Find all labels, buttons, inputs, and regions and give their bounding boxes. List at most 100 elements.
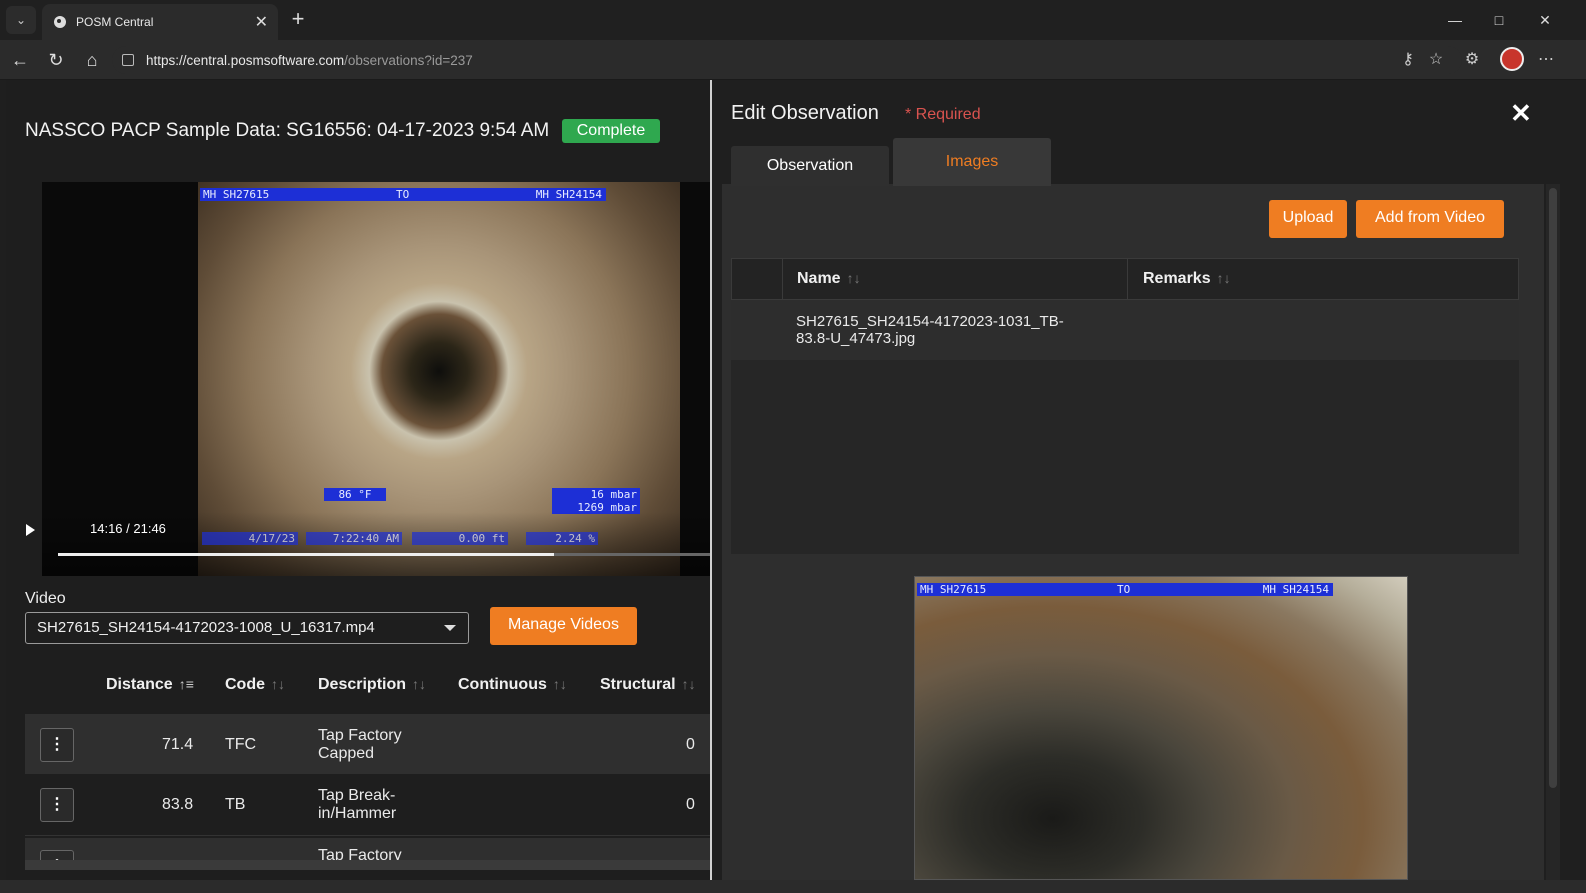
cell-distance: 71.4 bbox=[162, 736, 194, 753]
preview-osd-right: MH SH24154 bbox=[1262, 583, 1329, 596]
cell-description-line: Capped bbox=[318, 745, 375, 762]
upload-button[interactable]: Upload bbox=[1269, 200, 1347, 238]
col-name-label: Name bbox=[797, 270, 841, 287]
horizontal-scrollbar[interactable] bbox=[25, 860, 710, 870]
more-icon[interactable]: ⋯ bbox=[1534, 48, 1558, 72]
favorite-star-icon[interactable]: ☆ bbox=[1424, 48, 1448, 72]
table-row[interactable]: ⋮ 71.4 TFC Tap Factory Capped 0 bbox=[25, 714, 710, 774]
osd-top-right: MH SH24154 bbox=[535, 188, 602, 201]
maximize-icon[interactable]: □ bbox=[1484, 8, 1514, 32]
sort-icon: ↑↓ bbox=[271, 676, 285, 692]
preview-osd-left: MH SH27615 bbox=[920, 583, 987, 596]
tab-images[interactable]: Images bbox=[893, 138, 1051, 186]
browser-tab-strip: ⌄ POSM Central ✕ + — □ ✕ bbox=[0, 0, 1586, 40]
sort-icon: ↑↓ bbox=[1216, 270, 1231, 286]
video-osd-header: MH SH27615 TO MH SH24154 bbox=[200, 188, 606, 201]
cell-distance: 83.8 bbox=[162, 796, 194, 813]
col-distance-label: Distance bbox=[106, 676, 173, 693]
back-icon[interactable]: ← bbox=[8, 48, 32, 72]
row-actions-icon[interactable]: ⋮ bbox=[40, 788, 74, 822]
col-remarks[interactable]: Remarks ↑↓ bbox=[1143, 270, 1231, 288]
cell-description-line: in/Hammer bbox=[318, 805, 397, 822]
video-progress-fill bbox=[58, 553, 554, 556]
lock-icon bbox=[122, 54, 134, 66]
address-bar[interactable]: https://central.posmsoftware.com/observa… bbox=[112, 46, 1462, 74]
osd-distance: 0.00 ft bbox=[412, 532, 508, 545]
observations-table-header: Distance ↑≡ Code ↑↓ Description ↑↓ Continuo… bbox=[25, 668, 710, 708]
cell-code: TFC bbox=[225, 736, 257, 753]
tab-menu-icon[interactable]: ⌄ bbox=[6, 6, 36, 34]
cell-description-line: Tap Factory bbox=[318, 727, 402, 744]
close-icon[interactable]: ✕ bbox=[1510, 98, 1532, 129]
play-icon[interactable] bbox=[26, 524, 35, 536]
cell-code: TB bbox=[225, 796, 246, 813]
cell-description: Tap Factory Capped bbox=[318, 727, 402, 763]
video-select-value: SH27615_SH24154-4172023-1008_U_16317.mp4 bbox=[37, 619, 375, 636]
col-remarks-label: Remarks bbox=[1143, 270, 1211, 287]
osd-date: 4/17/23 bbox=[202, 532, 298, 545]
col-continuous[interactable]: Continuous ↑↓ bbox=[458, 676, 567, 694]
col-continuous-label: Continuous bbox=[458, 676, 547, 693]
window-bottom-edge bbox=[0, 880, 1586, 893]
manage-videos-button[interactable]: Manage Videos bbox=[490, 607, 637, 645]
sort-asc-icon: ↑≡ bbox=[178, 676, 194, 692]
cell-description-line: Tap Break- bbox=[318, 787, 396, 804]
close-icon[interactable]: ✕ bbox=[255, 12, 268, 32]
edit-observation-panel: Edit Observation * Required ✕ Upload Add… bbox=[712, 80, 1568, 880]
column-divider bbox=[1127, 259, 1128, 301]
video-player[interactable]: MH SH27615 TO MH SH24154 86 °F 16 mbar 126… bbox=[42, 182, 710, 576]
col-distance[interactable]: Distance ↑≡ bbox=[106, 676, 194, 694]
vertical-scrollbar[interactable] bbox=[1546, 184, 1560, 880]
scrollbar-thumb[interactable] bbox=[1549, 188, 1557, 788]
col-description-label: Description bbox=[318, 676, 407, 693]
extensions-icon[interactable]: ⚙ bbox=[1460, 48, 1484, 72]
video-select-label: Video bbox=[25, 590, 66, 607]
sort-icon: ↑↓ bbox=[846, 270, 861, 286]
osd-clock: 7:22:40 AM bbox=[306, 532, 402, 545]
video-progress-bar[interactable] bbox=[58, 553, 710, 556]
key-icon[interactable]: ⚷ bbox=[1396, 48, 1420, 72]
inspection-panel: NASSCO PACP Sample Data: SG16556: 04-17-… bbox=[6, 80, 710, 880]
image-preview: MH SH27615 TO MH SH24154 bbox=[914, 576, 1408, 880]
app-container: NASSCO PACP Sample Data: SG16556: 04-17-… bbox=[6, 80, 1568, 880]
minimize-icon[interactable]: — bbox=[1440, 8, 1470, 32]
inspection-title: NASSCO PACP Sample Data: SG16556: 04-17-… bbox=[25, 120, 550, 141]
col-structural-label: Structural bbox=[600, 676, 676, 693]
col-code-label: Code bbox=[225, 676, 265, 693]
preview-osd-header: MH SH27615 TO MH SH24154 bbox=[917, 583, 1333, 596]
profile-avatar[interactable] bbox=[1500, 47, 1524, 71]
home-icon[interactable]: ⌂ bbox=[80, 48, 104, 72]
close-window-icon[interactable]: ✕ bbox=[1530, 8, 1560, 32]
cell-description: Tap Factory bbox=[318, 847, 402, 860]
tab-observation[interactable]: Observation bbox=[731, 146, 889, 186]
column-divider bbox=[782, 259, 783, 301]
video-select[interactable]: SH27615_SH24154-4172023-1008_U_16317.mp4 bbox=[25, 612, 469, 644]
col-name[interactable]: Name ↑↓ bbox=[797, 270, 861, 288]
row-actions-icon[interactable]: ⋮ bbox=[40, 728, 74, 762]
sort-icon: ↑↓ bbox=[412, 676, 427, 692]
osd-incline: 2.24 % bbox=[526, 532, 598, 545]
col-code[interactable]: Code ↑↓ bbox=[225, 676, 285, 694]
osd-temp: 86 °F bbox=[324, 488, 386, 501]
table-row[interactable]: ⋮ 83.8 TB Tap Break-in/Hammer 0 bbox=[25, 776, 710, 836]
images-table: Name ↑↓ Remarks ↑↓ SH27615_SH24154-4172023… bbox=[731, 258, 1519, 554]
table-row[interactable]: ⋮ Tap Factory bbox=[25, 838, 710, 860]
required-note: * Required bbox=[905, 106, 981, 123]
osd-top-mid: TO bbox=[396, 188, 410, 201]
images-table-header: Name ↑↓ Remarks ↑↓ bbox=[731, 258, 1519, 301]
col-description[interactable]: Description ↑↓ bbox=[318, 676, 426, 694]
edit-observation-title: Edit Observation bbox=[731, 102, 879, 124]
refresh-icon[interactable]: ↻ bbox=[44, 48, 68, 72]
osd-top-left: MH SH27615 bbox=[203, 188, 270, 201]
new-tab-icon[interactable]: + bbox=[286, 6, 310, 34]
col-structural[interactable]: Structural ↑↓ bbox=[600, 676, 696, 694]
row-actions-icon[interactable]: ⋮ bbox=[40, 850, 74, 860]
video-time: 14:16 / 21:46 bbox=[90, 521, 166, 536]
cell-structural: 0 bbox=[686, 796, 695, 813]
cell-image-name-line: SH27615_SH24154-4172023-1031_TB- bbox=[796, 313, 1064, 330]
add-from-video-button[interactable]: Add from Video bbox=[1356, 200, 1504, 238]
browser-tab[interactable]: POSM Central ✕ bbox=[42, 4, 278, 40]
url-host: https://central.posmsoftware.com bbox=[146, 52, 345, 68]
image-row[interactable]: SH27615_SH24154-4172023-1031_TB- 83.8-U_4… bbox=[731, 300, 1519, 360]
sort-icon: ↑↓ bbox=[552, 676, 567, 692]
